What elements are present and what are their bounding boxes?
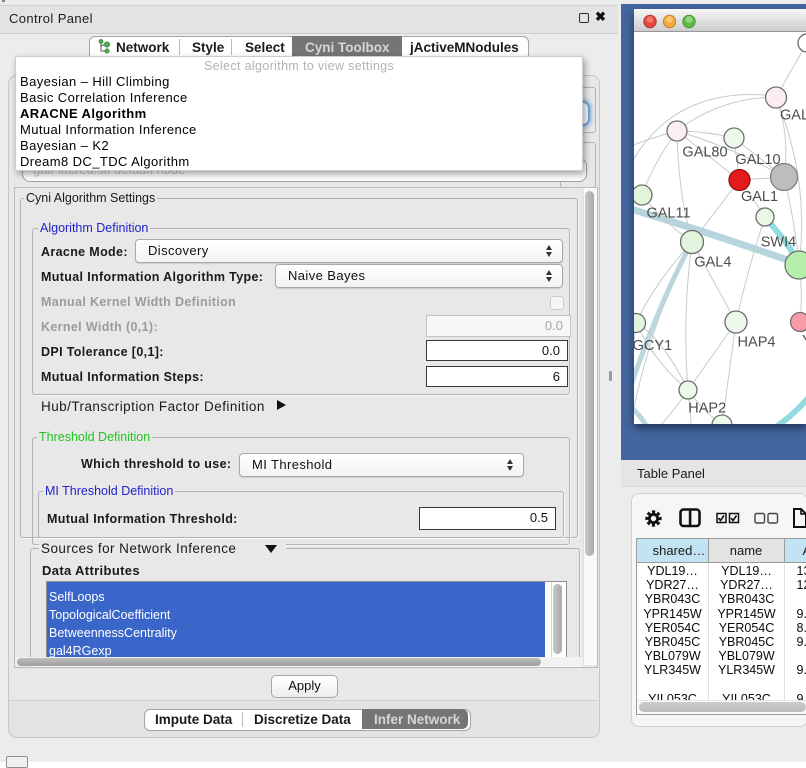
svg-text:SWI4: SWI4: [761, 235, 796, 251]
svg-text:YM: YM: [802, 333, 806, 349]
svg-text:HAP2: HAP2: [688, 401, 726, 417]
svg-text:GAL10: GAL10: [735, 152, 780, 168]
svg-text:GAL4: GAL4: [694, 255, 731, 271]
svg-text:GAL7: GAL7: [780, 108, 806, 124]
svg-text:GCY1: GCY1: [634, 338, 672, 354]
svg-text:HAP4: HAP4: [738, 335, 776, 351]
svg-text:GAL80: GAL80: [682, 145, 727, 161]
svg-text:GAL1: GAL1: [741, 189, 778, 205]
svg-text:GAL11: GAL11: [646, 206, 690, 222]
